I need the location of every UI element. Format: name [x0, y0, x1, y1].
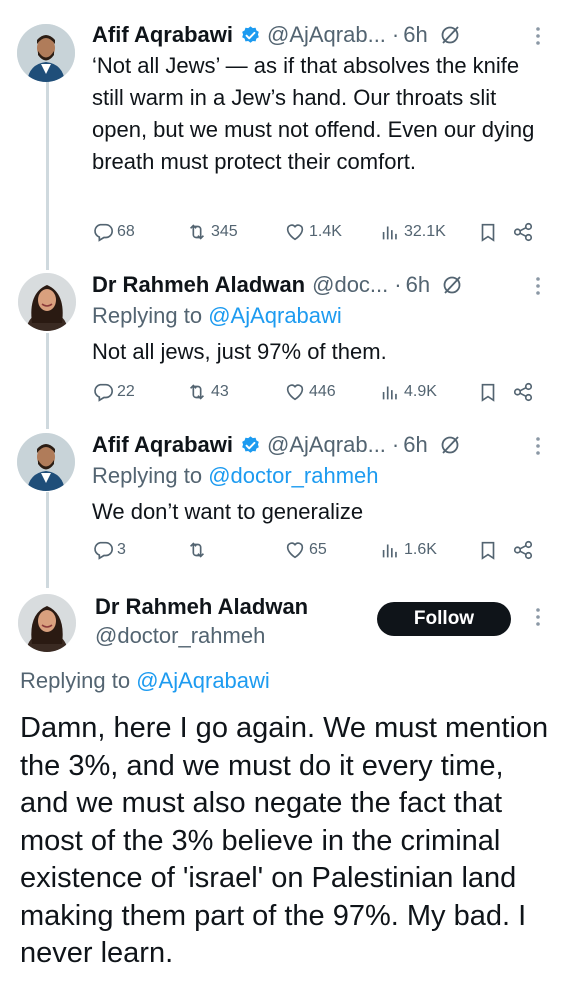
- tweet-text: Not all jews, just 97% of them.: [92, 339, 387, 364]
- views-icon: [382, 386, 397, 400]
- reply-icon: [94, 383, 113, 402]
- bookmark-icon: [481, 541, 495, 560]
- verified-badge-icon: [242, 25, 259, 43]
- more-icon[interactable]: [535, 607, 541, 627]
- tweet-text: We don’t want to generalize: [92, 499, 364, 524]
- views-count: 4.9K: [404, 383, 437, 400]
- tweet-text: Damn, here I go again. We must mention t…: [20, 712, 549, 969]
- replying-to-link[interactable]: @AjAqrabawi: [208, 303, 342, 328]
- separator-dot: ·: [391, 432, 400, 457]
- timestamp[interactable]: 6h: [406, 272, 430, 298]
- replying-to-prefix: Replying to: [92, 303, 209, 328]
- bookmark-icon: [481, 383, 495, 402]
- share-button[interactable]: [512, 378, 537, 406]
- replying-to-prefix: Replying to: [92, 463, 209, 488]
- repost-icon: [189, 384, 205, 400]
- tweet[interactable]: Dr Rahmeh Aladwan @doc... · 6h Replying …: [0, 260, 563, 420]
- replying-to-prefix: Replying to: [20, 668, 137, 693]
- replying-to: Replying to @AjAqrabawi: [20, 668, 270, 694]
- share-button[interactable]: [512, 218, 537, 246]
- avatar[interactable]: [17, 24, 75, 82]
- like-icon: [286, 542, 304, 559]
- views-count: 1.6K: [404, 541, 437, 558]
- like-button[interactable]: 1.4K: [284, 218, 342, 246]
- author-handle[interactable]: @doc...: [312, 272, 388, 298]
- reply-button[interactable]: 3: [92, 536, 126, 564]
- grok-icon[interactable]: [440, 273, 464, 297]
- bookmark-button[interactable]: [477, 378, 502, 406]
- author-name[interactable]: Dr Rahmeh Aladwan: [95, 594, 308, 620]
- reply-count: 22: [117, 383, 135, 400]
- views-icon: [382, 226, 397, 240]
- author-name[interactable]: Dr Rahmeh Aladwan: [92, 272, 305, 298]
- author-handle[interactable]: @AjAqrab...: [267, 22, 386, 48]
- repost-count: 345: [211, 223, 238, 240]
- author-name[interactable]: Afif Aqrabawi: [92, 22, 233, 48]
- verified-badge-icon: [242, 435, 259, 453]
- like-count: 65: [309, 541, 327, 558]
- grok-icon[interactable]: [438, 433, 462, 457]
- share-icon: [513, 222, 533, 242]
- share-icon: [513, 540, 533, 560]
- author-name[interactable]: Afif Aqrabawi: [92, 432, 233, 458]
- author-handle[interactable]: @doctor_rahmeh: [95, 623, 265, 649]
- repost-icon: [189, 224, 205, 240]
- views-button[interactable]: 1.6K: [379, 536, 437, 564]
- bookmark-button[interactable]: [477, 536, 502, 564]
- repost-button[interactable]: [186, 536, 211, 564]
- bookmark-button[interactable]: [477, 218, 502, 246]
- timestamp[interactable]: 6h: [403, 22, 427, 48]
- more-icon[interactable]: [535, 26, 541, 46]
- like-icon: [286, 384, 304, 401]
- repost-icon: [189, 542, 205, 558]
- avatar[interactable]: [18, 273, 76, 331]
- author-handle[interactable]: @AjAqrab...: [267, 432, 386, 458]
- grok-icon[interactable]: [438, 23, 462, 47]
- tweet-header: Afif Aqrabawi @AjAqrab... · 6h: [92, 18, 553, 52]
- views-icon: [382, 544, 397, 558]
- tweet-header: Dr Rahmeh Aladwan @doc... · 6h: [92, 268, 553, 302]
- reply-button[interactable]: 22: [92, 378, 135, 406]
- replying-to-link[interactable]: @AjAqrabawi: [136, 668, 270, 693]
- reply-count: 68: [117, 223, 135, 240]
- reply-button[interactable]: 68: [92, 218, 135, 246]
- replying-to-link[interactable]: @doctor_rahmeh: [208, 463, 378, 488]
- action-bar: 22 43 446 4.9K: [92, 378, 542, 406]
- action-bar: 3 65 1.6K: [92, 536, 542, 564]
- more-icon[interactable]: [535, 276, 541, 296]
- replying-to: Replying to @AjAqrabawi: [92, 303, 342, 329]
- like-count: 446: [309, 383, 336, 400]
- like-icon: [286, 224, 304, 241]
- repost-button[interactable]: 345: [186, 218, 238, 246]
- avatar[interactable]: [18, 594, 76, 652]
- reply-icon: [94, 541, 113, 560]
- avatar[interactable]: [17, 433, 75, 491]
- follow-button[interactable]: Follow: [377, 602, 511, 636]
- tweet[interactable]: Afif Aqrabawi @AjAqrab... · 6h Replying …: [0, 420, 563, 580]
- share-icon: [513, 382, 533, 402]
- more-icon[interactable]: [535, 436, 541, 456]
- repost-button[interactable]: 43: [186, 378, 229, 406]
- reply-icon: [94, 223, 113, 242]
- reply-count: 3: [117, 541, 126, 558]
- timestamp[interactable]: 6h: [403, 432, 427, 458]
- repost-count: 43: [211, 383, 229, 400]
- tweet[interactable]: Afif Aqrabawi @AjAqrab... · 6h ‘Not all …: [0, 10, 563, 260]
- tweet-text: ‘Not all Jews’ — as if that absolves the…: [92, 53, 535, 174]
- like-count: 1.4K: [309, 223, 342, 240]
- views-button[interactable]: 32.1K: [379, 218, 446, 246]
- like-button[interactable]: 446: [284, 378, 336, 406]
- views-count: 32.1K: [404, 223, 446, 240]
- action-bar: 68 345 1.4K 32.1K: [92, 218, 542, 246]
- replying-to: Replying to @doctor_rahmeh: [92, 463, 379, 489]
- separator-dot: ·: [394, 272, 402, 297]
- separator-dot: ·: [391, 22, 400, 47]
- bookmark-icon: [481, 223, 495, 242]
- views-button[interactable]: 4.9K: [379, 378, 437, 406]
- like-button[interactable]: 65: [284, 536, 327, 564]
- share-button[interactable]: [512, 536, 537, 564]
- tweet-header: Afif Aqrabawi @AjAqrab... · 6h: [92, 428, 553, 462]
